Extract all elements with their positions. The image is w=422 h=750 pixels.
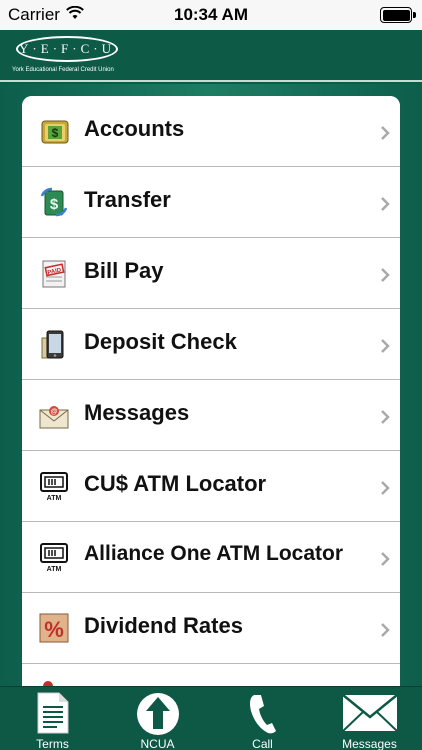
svg-text:ATM: ATM (47, 495, 62, 502)
menu-item-alliance-one-atm-locator[interactable]: ATM Alliance One ATM Locator (22, 522, 400, 593)
battery-icon (380, 7, 416, 23)
chevron-right-icon (381, 268, 390, 282)
chevron-right-icon (381, 481, 390, 495)
ncua-logo-icon (136, 693, 179, 735)
tab-label: NCUA (140, 737, 175, 750)
phone-icon (249, 695, 276, 734)
menu-item-transfer[interactable]: $ Transfer (22, 167, 400, 238)
money-bag-icon: $ (41, 120, 69, 144)
menu-item-deposit-check[interactable]: Deposit Check (22, 309, 400, 380)
yefcu-logo: Y·E·F·C·U (16, 36, 118, 62)
percent-icon: % (39, 613, 69, 643)
tab-label: Call (252, 737, 273, 750)
svg-text:$: $ (52, 126, 59, 140)
menu-item-label: Alliance One ATM Locator (84, 542, 344, 565)
menu-item-dividend-rates[interactable]: % Dividend Rates (22, 593, 400, 664)
tab-call[interactable]: Call (210, 687, 315, 750)
menu-item-label: Deposit Check (84, 329, 237, 354)
main-menu: $ Accounts $ Transfer PAID Bill Pay Depo… (22, 96, 400, 686)
document-icon (37, 692, 68, 734)
svg-text:ATM: ATM (47, 566, 62, 573)
tab-label: Messages (342, 737, 397, 750)
envelope-icon (341, 694, 398, 732)
svg-text:@: @ (51, 409, 58, 416)
menu-item-cus-atm-locator[interactable]: ATM CU$ ATM Locator (22, 451, 400, 522)
menu-item-accounts[interactable]: $ Accounts (22, 96, 400, 167)
chevron-right-icon (381, 339, 390, 353)
transfer-icon: $ (40, 187, 68, 217)
tab-terms[interactable]: Terms (0, 687, 105, 750)
menu-item-bill-pay[interactable]: PAID Bill Pay (22, 238, 400, 309)
tab-ncua[interactable]: NCUA (105, 687, 210, 750)
menu-item-label: Dividend Rates (84, 613, 243, 638)
menu-item-label: Accounts (84, 116, 185, 141)
svg-text:$: $ (50, 196, 59, 213)
menu-item-messages[interactable]: @ Messages (22, 380, 400, 451)
main-content: $ Accounts $ Transfer PAID Bill Pay Depo… (0, 84, 422, 686)
tab-messages[interactable]: Messages (317, 687, 422, 750)
menu-item-label: Bill Pay (84, 258, 164, 283)
svg-text:%: % (44, 617, 64, 642)
menu-item-partial[interactable] (22, 664, 400, 686)
tab-label: Terms (36, 737, 69, 750)
clock: 10:34 AM (173, 5, 248, 24)
atm-icon: ATM (40, 543, 68, 573)
menu-item-label: Transfer (84, 187, 171, 212)
chevron-right-icon (381, 623, 390, 637)
app-header: Y·E·F·C·U York Educational Federal Credi… (0, 30, 422, 82)
menu-item-label: Messages (84, 400, 190, 425)
status-bar: Carrier 10:34 AM (0, 0, 422, 30)
paid-bill-icon: PAID (42, 260, 66, 288)
chevron-right-icon (381, 552, 390, 566)
chevron-right-icon (381, 197, 390, 211)
tab-bar: Terms NCUA Call Messages (0, 686, 422, 750)
mobile-deposit-icon (41, 330, 64, 359)
chevron-right-icon (381, 410, 390, 424)
chevron-right-icon (381, 126, 390, 140)
menu-item-label: CU$ ATM Locator (84, 471, 267, 496)
logo-tagline: York Educational Federal Credit Union (12, 67, 114, 73)
envelope-icon: @ (39, 406, 69, 429)
atm-icon: ATM (40, 472, 68, 502)
